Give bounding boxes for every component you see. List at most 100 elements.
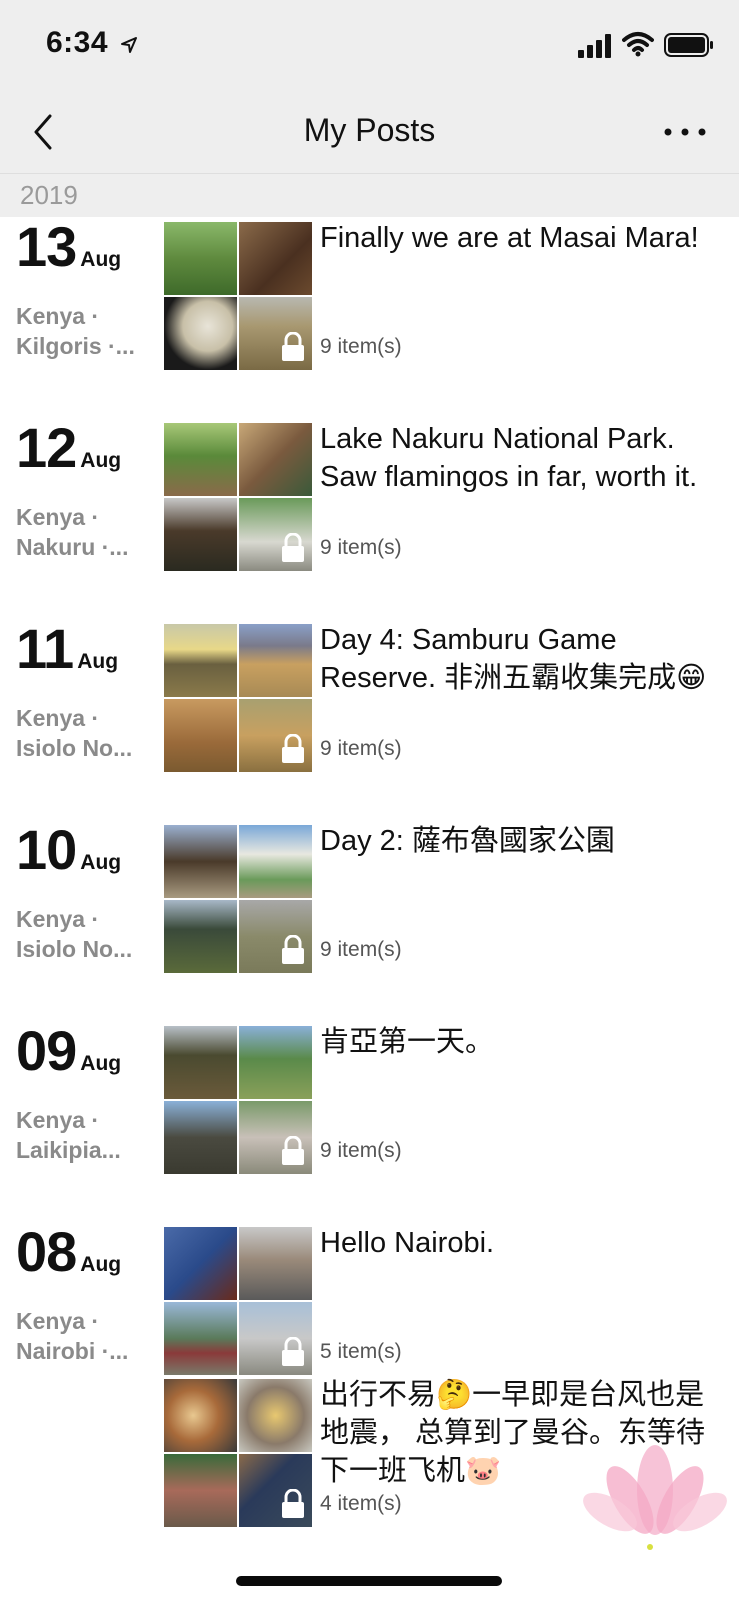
status-time: 6:34	[46, 26, 109, 59]
location-place: Isiolo No...	[16, 735, 133, 761]
photo-thumbnail	[164, 699, 237, 772]
lock-icon	[282, 935, 304, 964]
photo-thumbnail	[164, 423, 237, 496]
location-place: Nairobi ·...	[16, 1338, 129, 1364]
year-label: 2019	[20, 180, 78, 210]
more-options-icon[interactable]	[660, 114, 710, 150]
location-place: Laikipia...	[16, 1137, 121, 1163]
battery-icon	[664, 33, 713, 57]
post-location: Kenya · Nairobi ·...	[16, 1306, 152, 1366]
post-month: Aug	[80, 248, 122, 271]
post-thumbnail-grid[interactable]	[164, 624, 312, 772]
post-location: Kenya · Isiolo No...	[16, 904, 152, 964]
post-thumbnail-grid[interactable]	[164, 222, 312, 370]
home-indicator[interactable]	[236, 1576, 502, 1586]
item-count: 9 item(s)	[320, 737, 402, 760]
post-day: 11	[16, 617, 74, 680]
photo-thumbnail	[239, 222, 312, 295]
photo-thumbnail	[164, 1379, 237, 1452]
wifi-icon	[622, 32, 654, 57]
photo-thumbnail	[164, 1227, 237, 1300]
lock-icon	[282, 332, 304, 361]
photo-thumbnail	[164, 1101, 237, 1174]
post-thumbnail-grid[interactable]	[164, 1227, 312, 1375]
post-item[interactable]: 11 Aug Kenya · Isiolo No... Day 4: Samburu…	[0, 619, 739, 772]
status-bar: 6:34	[0, 0, 739, 90]
location-country: Kenya ·	[16, 705, 100, 731]
photo-thumbnail	[239, 1227, 312, 1300]
photo-thumbnail	[239, 423, 312, 496]
post-item[interactable]: 09 Aug Kenya · Laikipia... 肯亞第一天。 9 item(s…	[0, 1021, 739, 1174]
lock-icon	[282, 1136, 304, 1165]
post-date: 08 Aug	[16, 1222, 121, 1282]
item-count: 5 item(s)	[320, 1340, 402, 1363]
post-month: Aug	[80, 1253, 122, 1276]
post-date: 11 Aug	[16, 619, 118, 679]
item-count: 9 item(s)	[320, 938, 402, 961]
post-item[interactable]: 13 Aug Kenya · Kilgoris ·... Finally we ar…	[0, 217, 739, 370]
item-count: 4 item(s)	[320, 1492, 402, 1515]
photo-thumbnail	[239, 624, 312, 697]
post-feed[interactable]: 13 Aug Kenya · Kilgoris ·... Finally we ar…	[0, 217, 739, 1600]
photo-thumbnail	[164, 825, 237, 898]
post-item[interactable]: 10 Aug Kenya · Isiolo No... Day 2: 薩布魯國家公園…	[0, 820, 739, 973]
item-count: 9 item(s)	[320, 1139, 402, 1162]
post-thumbnail-grid[interactable]	[164, 825, 312, 973]
post-caption: Day 2: 薩布魯國家公園	[320, 825, 615, 857]
navigation-bar: My Posts	[0, 90, 739, 174]
post-date: 10 Aug	[16, 820, 121, 880]
item-count: 9 item(s)	[320, 536, 402, 559]
photo-thumbnail	[239, 825, 312, 898]
photo-thumbnail	[164, 1302, 237, 1375]
post-caption: 肯亞第一天。	[320, 1026, 495, 1058]
location-country: Kenya ·	[16, 504, 100, 530]
photo-thumbnail	[164, 900, 237, 973]
location-place: Kilgoris ·...	[16, 333, 135, 359]
location-country: Kenya ·	[16, 1308, 100, 1334]
post-date: 09 Aug	[16, 1021, 121, 1081]
post-caption: Lake Nakuru National Park. Saw flamingos…	[320, 423, 698, 493]
item-count: 9 item(s)	[320, 335, 402, 358]
post-thumbnail-grid[interactable]	[164, 1379, 312, 1527]
post-item[interactable]: 12 Aug Kenya · Nakuru ·... Lake Nakuru Nat…	[0, 418, 739, 571]
post-day: 09	[16, 1019, 77, 1082]
post-day: 10	[16, 818, 77, 881]
post-month: Aug	[80, 449, 122, 472]
photo-thumbnail	[239, 1026, 312, 1099]
location-place: Nakuru ·...	[16, 534, 129, 560]
post-thumbnail-grid[interactable]	[164, 423, 312, 571]
photo-thumbnail	[164, 1026, 237, 1099]
post-date: 13 Aug	[16, 217, 121, 277]
location-country: Kenya ·	[16, 303, 100, 329]
location-place: Isiolo No...	[16, 936, 133, 962]
post-caption: Hello Nairobi.	[320, 1227, 495, 1259]
photo-thumbnail	[164, 624, 237, 697]
photo-thumbnail	[164, 222, 237, 295]
photo-thumbnail	[239, 1379, 312, 1452]
post-caption: Finally we are at Masai Mara!	[320, 222, 699, 254]
lotus-decoration-icon	[583, 1445, 727, 1550]
photo-thumbnail	[164, 1454, 237, 1527]
cellular-signal-icon	[578, 34, 611, 58]
post-day: 13	[16, 217, 77, 278]
location-country: Kenya ·	[16, 1107, 100, 1133]
lock-icon	[282, 734, 304, 763]
post-caption: Day 4: Samburu Game Reserve. 非洲五霸收集完成😁	[320, 624, 707, 694]
post-item[interactable]: 08 Aug Kenya · Nairobi ·... Hello Nairobi.…	[0, 1222, 739, 1375]
location-arrow-icon	[121, 37, 137, 53]
lock-icon	[282, 1489, 304, 1518]
post-location: Kenya · Nakuru ·...	[16, 502, 152, 562]
post-thumbnail-grid[interactable]	[164, 1026, 312, 1174]
photo-thumbnail	[164, 498, 237, 571]
lock-icon	[282, 533, 304, 562]
post-month: Aug	[80, 851, 122, 874]
post-location: Kenya · Kilgoris ·...	[16, 301, 152, 361]
post-month: Aug	[77, 650, 119, 673]
post-day: 08	[16, 1220, 77, 1283]
post-date: 12 Aug	[16, 418, 121, 478]
post-month: Aug	[80, 1052, 122, 1075]
post-day: 12	[16, 416, 77, 479]
year-section-header: 2019	[0, 174, 739, 217]
photo-thumbnail	[164, 297, 237, 370]
lock-icon	[282, 1337, 304, 1366]
